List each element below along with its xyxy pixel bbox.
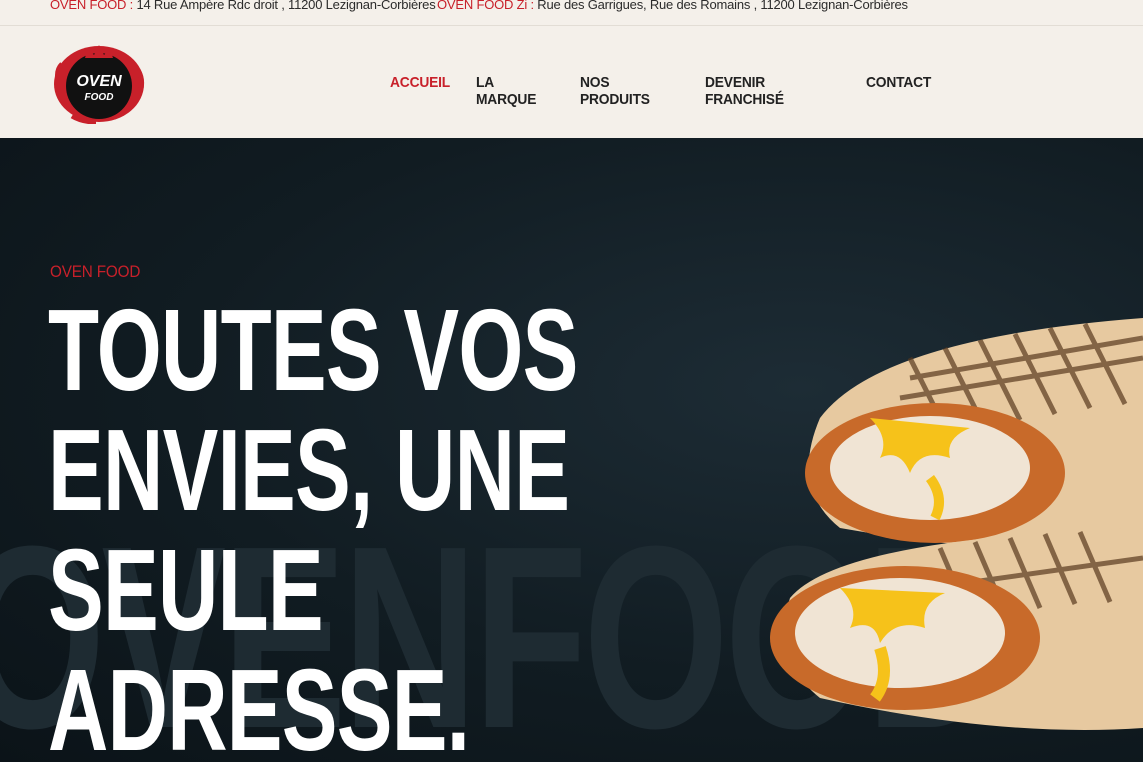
hero-eyebrow: OVEN FOOD	[50, 262, 141, 281]
wrap-sandwich-image	[770, 318, 1143, 730]
nav-item-contact[interactable]: CONTACT	[866, 74, 931, 91]
nav-item-accueil[interactable]: ACCUEIL	[390, 74, 450, 91]
logo-text-food: FOOD	[85, 92, 114, 103]
top-info-bar: OVEN FOOD : 14 Rue Ampère Rdc droit , 11…	[0, 0, 1143, 26]
oven-food-logo[interactable]: OVEN FOOD	[52, 40, 146, 124]
address-secondary-text: Rue des Garrigues, Rue des Romains , 112…	[537, 0, 908, 12]
address-primary: OVEN FOOD : 14 Rue Ampère Rdc droit , 11…	[50, 0, 436, 12]
address-secondary: OVEN FOOD Zi : Rue des Garrigues, Rue de…	[437, 0, 908, 12]
hero-headline: TOUTES VOS ENVIES, UNE SEULE ADRESSE.	[48, 285, 578, 762]
nav-item-la-marque[interactable]: LA MARQUE	[476, 74, 536, 108]
main-navbar: OVEN FOOD ACCUEIL LA MARQUE NOS PRODUITS…	[0, 26, 1143, 138]
nav-item-nos-produits[interactable]: NOS PRODUITS	[580, 74, 650, 108]
address-primary-text: 14 Rue Ampère Rdc droit , 11200 Lezignan…	[136, 0, 436, 12]
nav-item-devenir-franchise[interactable]: DEVENIR FRANCHISÉ	[705, 74, 784, 108]
hero-section: OVENFOOD OVEN FOOD TOUTES VOS ENVIES, UN…	[0, 138, 1143, 762]
address-primary-brand: OVEN FOOD :	[50, 0, 137, 12]
address-secondary-brand: OVEN FOOD Zi :	[437, 0, 538, 12]
logo-text-oven: OVEN	[76, 73, 122, 90]
